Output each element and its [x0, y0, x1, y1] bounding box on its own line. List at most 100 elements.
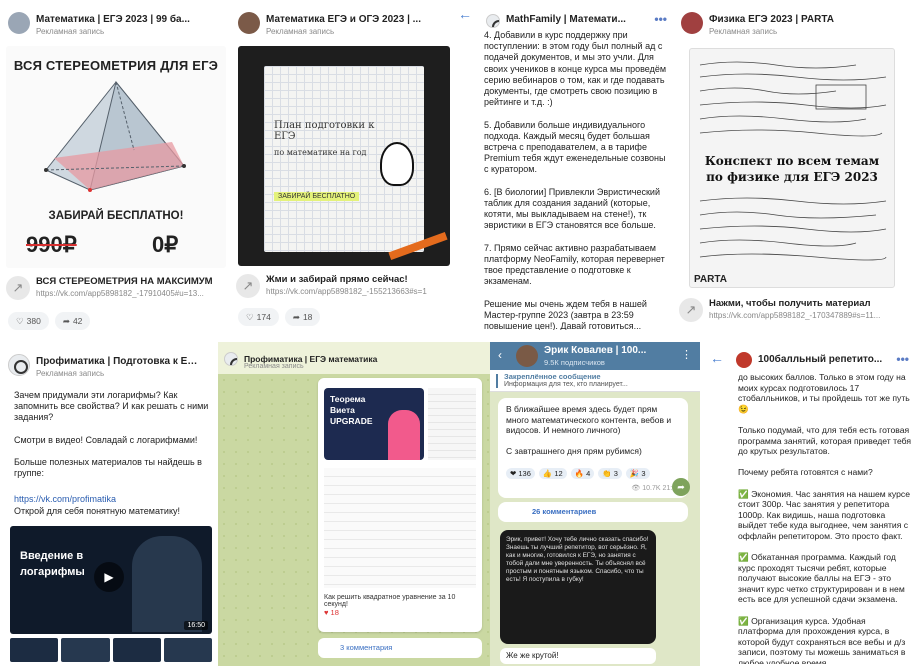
presenter-silhouette — [132, 536, 202, 632]
ad-free-text: ЗАБИРАЙ БЕСПЛАТНО! — [48, 210, 184, 222]
ad-link-url[interactable]: https://vk.com/app5898182_-155213663#s=1 — [266, 287, 452, 296]
ad-link-bar[interactable]: ↗ Нажми, чтобы получить материал https:/… — [679, 296, 909, 328]
reaction-clap[interactable]: 👏 3 — [598, 468, 622, 479]
ad-collage: Математика | ЕГЭ 2023 | 99 ба... Рекламн… — [0, 0, 915, 666]
community-name[interactable]: Математика ЕГЭ и ОГЭ 2023 | ... — [266, 14, 438, 25]
video-thumb[interactable] — [112, 638, 161, 662]
message-text: В ближайшее время здесь будет прям много… — [506, 404, 672, 456]
community-name[interactable]: MathFamily | Математи... — [506, 14, 653, 25]
play-icon[interactable]: ▶ — [94, 562, 124, 592]
more-icon[interactable]: ⋮ — [681, 348, 692, 361]
reaction-heart[interactable]: ❤ 136 — [506, 468, 535, 479]
community-name[interactable]: Профиматика | Подготовка к ЕГ... — [36, 356, 198, 367]
avatar[interactable] — [516, 345, 538, 367]
notebook-line: План подготовки к ЕГЭ — [274, 120, 375, 142]
channel-message: В ближайшее время здесь будет прям много… — [498, 398, 688, 498]
community-name[interactable]: Математика | ЕГЭ 2023 | 99 ба... — [36, 14, 210, 25]
group-link[interactable]: https://vk.com/profimatika — [14, 494, 116, 504]
avatar[interactable] — [681, 12, 703, 34]
comments-bar[interactable]: 26 комментариев — [498, 502, 688, 522]
pinned-bar[interactable]: Закреплённое сообщение Информация для те… — [490, 370, 700, 392]
ad-tile-logarithms[interactable]: Профиматика | Подготовка к ЕГ... Рекламн… — [0, 342, 218, 666]
reaction-fire[interactable]: 🔥 4 — [570, 468, 595, 479]
ad-link-title[interactable]: ВСЯ СТЕРЕОМЕТРИЯ НА МАКСИМУМ — [36, 276, 224, 287]
post-tile-tutor[interactable]: ← 100балльный репетито... ••• до высоких… — [700, 342, 915, 666]
ad-image-title: ВСЯ СТЕРЕОМЕТРИЯ ДЛЯ ЕГЭ — [13, 58, 219, 73]
ad-label: Рекламная запись — [709, 27, 778, 36]
ad-link-url[interactable]: https://vk.com/app5898182_-17910405#u=13… — [36, 289, 224, 298]
notes-column — [428, 388, 476, 460]
more-icon[interactable]: ••• — [896, 352, 909, 366]
reaction-thumbs[interactable]: 👍 12 — [538, 468, 567, 479]
ad-image[interactable]: План подготовки к ЕГЭ по математике на г… — [238, 46, 450, 266]
community-name[interactable]: Физика ЕГЭ 2023 | PARTA — [709, 14, 895, 25]
ad-link-title[interactable]: Нажми, чтобы получить материал — [709, 298, 909, 309]
back-arrow-icon[interactable]: ← — [710, 350, 724, 366]
comments-bar[interactable]: 3 комментария — [318, 638, 482, 658]
reactions: ♡ 174 ➦ 18 — [238, 308, 321, 328]
like-button[interactable]: ♡ 380 — [8, 312, 49, 330]
video-strip — [10, 638, 212, 662]
video-thumbnail[interactable]: Введение в логарифмы ▶ 16:50 — [10, 526, 212, 634]
share-icon[interactable]: ➦ — [672, 478, 690, 496]
post-text: Зачем придумали эти логарифмы? Как запом… — [14, 390, 209, 479]
handwritten-notes-icon — [699, 61, 887, 137]
share-button[interactable]: ➦ 42 — [54, 312, 91, 330]
reaction-row: ❤ 136 👍 12 🔥 4 👏 3 🎉 3 — [506, 468, 650, 479]
ad-image[interactable]: Конспект по всем темам по физике для ЕГЭ… — [689, 48, 895, 288]
reactions: ♡ 380 ➦ 42 — [8, 312, 91, 332]
share-button[interactable]: ➦ 18 — [284, 308, 321, 326]
character-icon — [380, 142, 414, 186]
post-tile-mathfamily[interactable]: ← MathFamily | Математи... ••• 4. Добави… — [458, 0, 673, 342]
video-duration: 16:50 — [184, 621, 208, 630]
channel-name[interactable]: Эрик Ковалев | 100... — [544, 345, 646, 356]
new-price: 0₽ — [152, 232, 179, 257]
ad-label: Рекламная запись — [36, 369, 105, 378]
pinned-marker — [496, 374, 498, 388]
pyramid-icon — [44, 80, 186, 192]
avatar[interactable] — [8, 12, 30, 34]
back-arrow-icon[interactable]: ← — [458, 6, 472, 22]
post-text-footer: Открой для себя понятную математику! — [14, 506, 180, 516]
message-text: Же же крутой! — [500, 648, 656, 664]
like-button[interactable]: ♡ 174 — [238, 308, 279, 326]
handwritten-formulas-icon — [699, 197, 887, 261]
telegram-channel-tile[interactable]: ‹ Эрик Ковалев | 100... 9.5К подписчиков… — [490, 342, 700, 666]
community-name[interactable]: 100балльный репетито... — [758, 354, 895, 365]
avatar[interactable] — [238, 12, 260, 34]
ad-label: Рекламная запись — [244, 363, 304, 370]
ad-link-title[interactable]: Жми и забирай прямо сейчас! — [266, 274, 452, 285]
notebook: План подготовки к ЕГЭ по математике на г… — [264, 66, 424, 252]
channel-header: ‹ Эрик Ковалев | 100... 9.5К подписчиков… — [490, 342, 700, 370]
post-card[interactable]: Теорема Виета UPGRADE Как решить квадрат… — [318, 378, 482, 632]
ad-tile-physics[interactable]: Физика ЕГЭ 2023 | PARTA Рекламная запись… — [673, 0, 915, 342]
video-thumb[interactable] — [10, 638, 59, 662]
pinned-text: Информация для тех, кто планирует... — [504, 381, 628, 388]
arrow-icon: ↗ — [679, 298, 703, 322]
share-icon: ➦ — [292, 311, 300, 322]
video-thumb[interactable] — [61, 638, 110, 662]
pinned-label: Закреплённое сообщение — [504, 372, 601, 381]
avatar[interactable] — [8, 354, 30, 376]
back-arrow-icon[interactable]: ‹ — [498, 348, 502, 362]
ad-tile-stereometry[interactable]: Математика | ЕГЭ 2023 | 99 ба... Рекламн… — [0, 0, 230, 342]
video-thumb[interactable] — [163, 638, 212, 662]
ad-link-bar[interactable]: ↗ Жми и забирай прямо сейчас! https://vk… — [236, 272, 452, 304]
more-icon[interactable]: ••• — [654, 12, 667, 26]
like-button[interactable]: ♥ 18 — [324, 608, 339, 617]
ad-label: Рекламная запись — [36, 27, 105, 36]
reaction-party[interactable]: 🎉 3 — [625, 468, 650, 479]
avatar[interactable] — [736, 352, 752, 368]
ad-link-url[interactable]: https://vk.com/app5898182_-170347889#s=1… — [709, 311, 909, 320]
ad-link-bar[interactable]: ↗ ВСЯ СТЕРЕОМЕТРИЯ НА МАКСИМУМ https://v… — [6, 274, 224, 306]
avatar[interactable] — [486, 14, 500, 28]
ad-tile-plan[interactable]: Математика ЕГЭ и ОГЭ 2023 | ... Рекламна… — [230, 0, 458, 342]
theorem-banner: Теорема Виета UPGRADE — [324, 388, 424, 460]
heart-icon: ♡ — [16, 315, 24, 326]
avatar[interactable] — [224, 352, 238, 366]
ad-image[interactable]: ВСЯ СТЕРЕОМЕТРИЯ ДЛЯ ЕГЭ ЗАБИРАЙ БЕСПЛАТ… — [6, 46, 226, 268]
post-tile-viete[interactable]: Профиматика | ЕГЭ математика Рекламная з… — [218, 342, 490, 666]
post-header: Профиматика | Подготовка к ЕГ... Рекламн… — [8, 354, 212, 384]
post-text: 4. Добавили в курс поддержку при поступл… — [484, 30, 666, 330]
notebook-line: по математике на год — [274, 148, 367, 157]
